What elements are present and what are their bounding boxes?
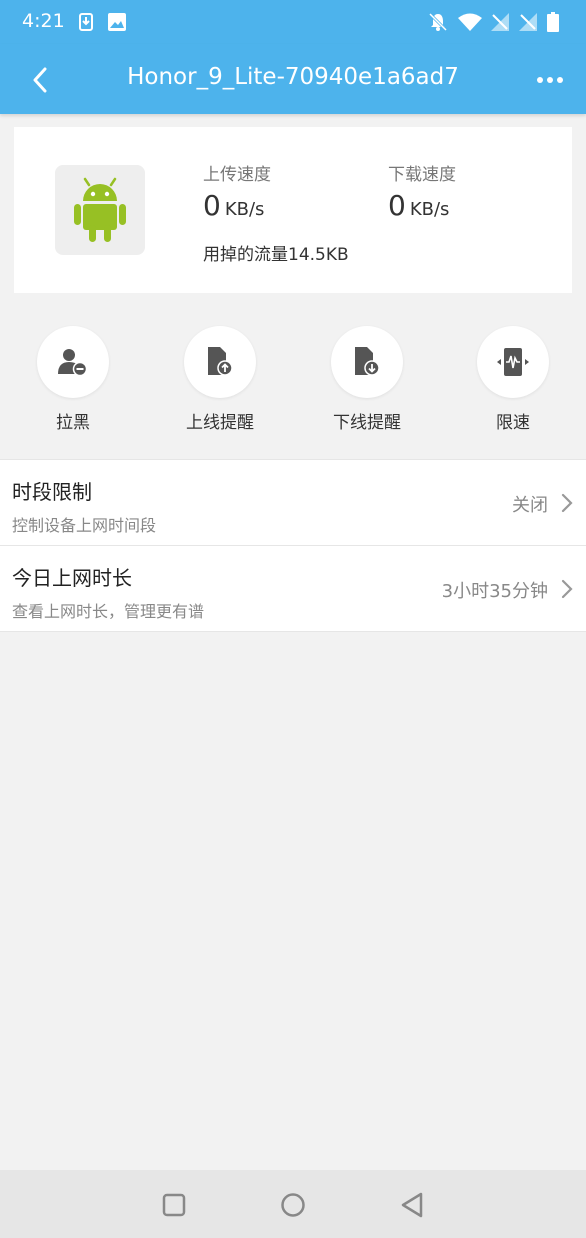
android-icon [74,177,126,242]
speed-limit-icon [497,348,529,376]
chevron-right-icon [561,579,573,599]
image-icon [107,12,127,32]
back-button[interactable] [20,60,60,100]
offline-alert-button[interactable]: 下线提醒 [312,326,422,436]
chevron-right-icon [561,493,573,513]
upload-speed-label: 上传速度 [203,165,271,185]
status-bar: 4:21 [0,0,586,44]
home-button[interactable] [278,1190,308,1220]
offline-alert-icon-circle [331,326,403,398]
page-title: Honor_9_Lite-70940e1a6ad7 [127,64,459,90]
download-speed-value: 0 KB/s [388,189,449,222]
speed-limit-label: 限速 [496,413,530,433]
signal-off-icon [518,12,538,32]
device-info-card: 上传速度 0 KB/s 下载速度 0 KB/s 用掉的流量14.5KB [14,127,572,293]
time-limit-subtitle: 控制设备上网时间段 [12,516,157,535]
upload-speed-number: 0 [203,189,221,222]
download-icon [76,12,96,32]
online-alert-icon [208,347,233,376]
online-duration-row[interactable]: 今日上网时长 查看上网时长，管理更有谱 3小时35分钟 [0,546,586,632]
traffic-used: 用掉的流量14.5KB [203,245,349,265]
download-speed-unit: KB/s [409,199,450,220]
action-row: 拉黑 上线提醒 下线提醒 限速 [0,326,586,436]
online-alert-label: 上线提醒 [186,413,254,433]
block-label: 拉黑 [56,413,90,433]
device-avatar [55,165,145,255]
bell-off-icon [428,12,448,32]
speed-limit-icon-circle [477,326,549,398]
offline-alert-icon [355,347,380,376]
wifi-icon [458,12,482,32]
block-icon-circle [37,326,109,398]
online-duration-title: 今日上网时长 [12,566,132,590]
upload-speed-unit: KB/s [224,199,265,220]
chevron-left-icon [33,67,47,93]
more-dots-icon [537,77,563,83]
recents-button[interactable] [159,1190,189,1220]
back-nav-button[interactable] [397,1190,427,1220]
status-time: 4:21 [22,10,65,32]
time-limit-row[interactable]: 时段限制 控制设备上网时间段 关闭 [0,460,586,546]
download-speed-number: 0 [388,189,406,222]
online-alert-button[interactable]: 上线提醒 [165,326,275,436]
back-triangle-icon [401,1192,423,1218]
system-nav-bar [0,1170,586,1238]
online-alert-icon-circle [184,326,256,398]
battery-icon [546,12,560,32]
user-block-icon [58,349,88,376]
app-bar: Honor_9_Lite-70940e1a6ad7 [0,44,586,114]
home-circle-icon [281,1193,305,1217]
offline-alert-label: 下线提醒 [333,413,401,433]
download-speed-label: 下载速度 [388,165,456,185]
time-limit-title: 时段限制 [12,480,92,504]
settings-list: 时段限制 控制设备上网时间段 关闭 今日上网时长 查看上网时长，管理更有谱 3小… [0,459,586,632]
signal-off-icon [490,12,510,32]
block-button[interactable]: 拉黑 [18,326,128,436]
online-duration-value: 3小时35分钟 [441,581,548,602]
upload-speed-value: 0 KB/s [203,189,264,222]
more-button[interactable] [528,62,572,98]
speed-limit-button[interactable]: 限速 [458,326,568,436]
recents-square-icon [162,1193,186,1217]
time-limit-status: 关闭 [512,495,548,516]
online-duration-subtitle: 查看上网时长，管理更有谱 [12,602,205,621]
